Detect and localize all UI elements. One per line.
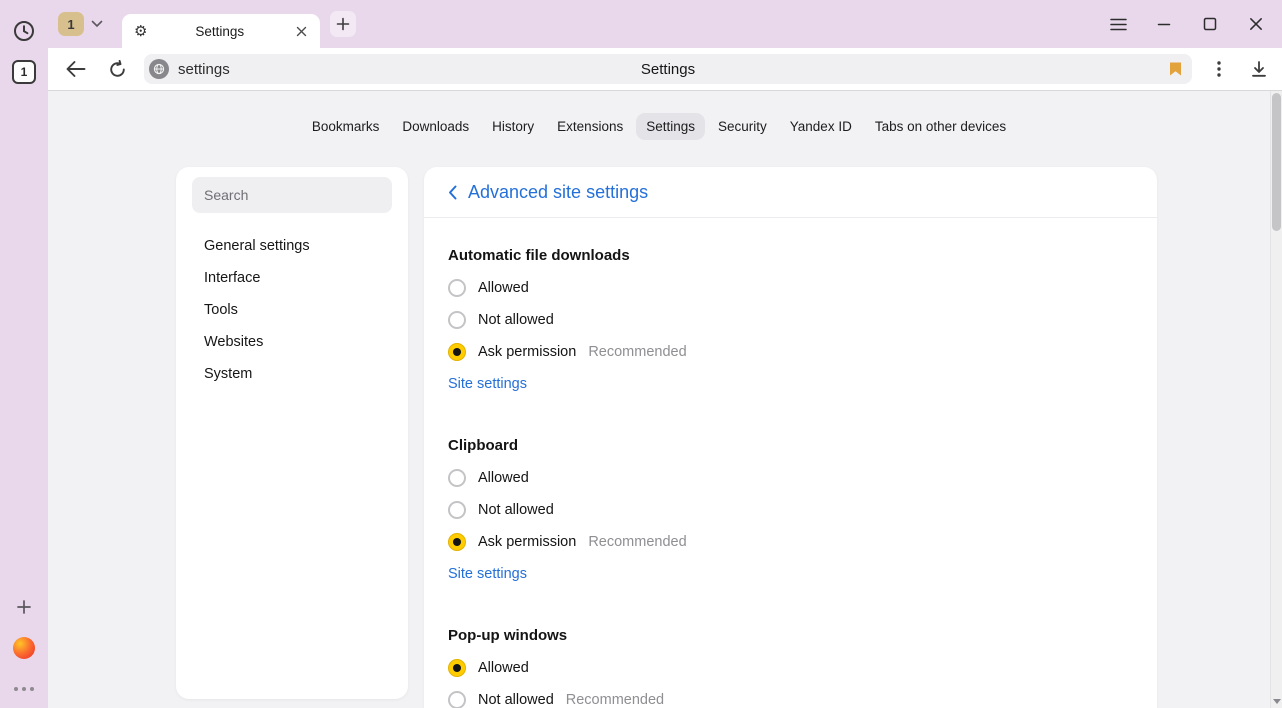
section-title: Automatic file downloads <box>448 246 1133 266</box>
radio-option-not-allowed[interactable]: Not allowed Recommended <box>448 684 664 708</box>
radio-option-not-allowed[interactable]: Not allowed <box>448 494 554 526</box>
section-automatic-file-downloads: Automatic file downloads Allowed Not allow… <box>448 246 1133 400</box>
radio-checked-icon[interactable] <box>448 533 466 551</box>
radio-label: Allowed <box>478 470 529 486</box>
address-url-text: settings <box>178 61 230 78</box>
window-titlebar: 1 ⚙ Settings <box>48 0 1282 48</box>
radio-option-ask-permission[interactable]: Ask permission Recommended <box>448 526 687 558</box>
back-icon[interactable] <box>62 56 88 82</box>
scrollbar-thumb[interactable] <box>1272 93 1281 231</box>
reload-icon[interactable] <box>104 56 130 82</box>
maximize-icon[interactable] <box>1200 14 1220 34</box>
browser-side-strip: 1 <box>0 0 48 708</box>
close-window-icon[interactable] <box>1246 14 1266 34</box>
new-tab-plus-icon[interactable] <box>330 11 356 37</box>
radio-label: Allowed <box>478 660 529 676</box>
menu-item-system[interactable]: System <box>176 358 408 390</box>
tab-counter-button[interactable]: 1 <box>12 60 36 84</box>
menu-item-general-settings[interactable]: General settings <box>176 230 408 262</box>
minimize-icon[interactable] <box>1154 14 1174 34</box>
more-options-dots-icon[interactable] <box>11 676 37 702</box>
menu-item-interface[interactable]: Interface <box>176 262 408 294</box>
section-title: Pop-up windows <box>448 626 1133 646</box>
settings-sidebar-card: General settingsInterfaceToolsWebsitesSy… <box>176 167 408 699</box>
nav-item-settings[interactable]: Settings <box>636 113 705 140</box>
scrollbar-arrow-down-icon[interactable] <box>1271 696 1282 706</box>
radio-label: Not allowed <box>478 692 554 708</box>
nav-item-bookmarks[interactable]: Bookmarks <box>302 113 390 140</box>
menu-item-tools[interactable]: Tools <box>176 294 408 326</box>
settings-menu: General settingsInterfaceToolsWebsitesSy… <box>176 230 408 390</box>
advanced-site-settings-back[interactable]: Advanced site settings <box>424 167 1157 218</box>
tab-close-icon[interactable] <box>292 22 310 40</box>
history-clock-icon[interactable] <box>11 18 37 44</box>
tab-group-chevron-down-icon[interactable] <box>87 12 107 36</box>
settings-nav: BookmarksDownloadsHistoryExtensionsSetti… <box>48 113 1270 140</box>
kebab-menu-icon[interactable] <box>1206 56 1232 82</box>
radio-label: Ask permission <box>478 344 576 360</box>
radio-option-not-allowed[interactable]: Not allowed <box>448 304 554 336</box>
radio-unchecked-icon[interactable] <box>448 501 466 519</box>
gear-icon: ⚙ <box>134 24 147 39</box>
tab-group-chip[interactable]: 1 <box>58 12 84 36</box>
site-info-globe-icon[interactable] <box>149 59 169 79</box>
radio-label: Not allowed <box>478 502 554 518</box>
radio-option-ask-permission[interactable]: Ask permission Recommended <box>448 336 687 368</box>
tab-title: Settings <box>147 24 292 39</box>
scrollbar[interactable] <box>1270 91 1282 708</box>
page-title: Settings <box>641 61 695 78</box>
radio-checked-icon[interactable] <box>448 659 466 677</box>
add-panel-plus-icon[interactable] <box>11 594 37 620</box>
radio-option-allowed[interactable]: Allowed <box>448 462 529 494</box>
nav-item-yandex-id[interactable]: Yandex ID <box>780 113 862 140</box>
radio-label: Not allowed <box>478 312 554 328</box>
search-input[interactable] <box>204 187 380 203</box>
settings-page: BookmarksDownloadsHistoryExtensionsSetti… <box>48 90 1282 708</box>
radio-note: Recommended <box>588 534 686 550</box>
section-clipboard: Clipboard Allowed Not allowed Ask permissio… <box>448 436 1133 590</box>
radio-option-allowed[interactable]: Allowed <box>448 652 529 684</box>
bookmark-flag-icon[interactable] <box>1169 62 1182 77</box>
radio-option-allowed[interactable]: Allowed <box>448 272 529 304</box>
section-pop-up-windows: Pop-up windows Allowed Not allowed Recommen… <box>448 626 1133 708</box>
radio-unchecked-icon[interactable] <box>448 691 466 708</box>
chevron-left-icon <box>448 185 457 200</box>
yandex-browser-logo[interactable] <box>11 635 37 661</box>
radio-label: Ask permission <box>478 534 576 550</box>
browser-toolbar: settings Settings <box>48 48 1282 90</box>
active-tab[interactable]: ⚙ Settings <box>122 14 320 48</box>
nav-item-extensions[interactable]: Extensions <box>547 113 633 140</box>
nav-item-history[interactable]: History <box>482 113 544 140</box>
address-bar[interactable]: settings Settings <box>144 54 1192 84</box>
site-settings-link[interactable]: Site settings <box>448 368 527 400</box>
radio-unchecked-icon[interactable] <box>448 469 466 487</box>
settings-sections: Automatic file downloads Allowed Not allow… <box>424 218 1157 708</box>
radio-label: Allowed <box>478 280 529 296</box>
nav-item-downloads[interactable]: Downloads <box>392 113 479 140</box>
section-title: Clipboard <box>448 436 1133 456</box>
browser-menu-icon[interactable] <box>1108 14 1128 34</box>
nav-item-tabs-on-other-devices[interactable]: Tabs on other devices <box>865 113 1016 140</box>
settings-main-card: Advanced site settings Automatic file do… <box>424 167 1157 708</box>
radio-unchecked-icon[interactable] <box>448 311 466 329</box>
menu-item-websites[interactable]: Websites <box>176 326 408 358</box>
radio-note: Recommended <box>566 692 664 708</box>
window-controls <box>1108 14 1282 34</box>
advanced-site-settings-title: Advanced site settings <box>468 182 648 203</box>
search-box[interactable] <box>192 177 392 213</box>
nav-item-security[interactable]: Security <box>708 113 777 140</box>
radio-note: Recommended <box>588 344 686 360</box>
site-settings-link[interactable]: Site settings <box>448 558 527 590</box>
radio-checked-icon[interactable] <box>448 343 466 361</box>
radio-unchecked-icon[interactable] <box>448 279 466 297</box>
downloads-icon[interactable] <box>1246 56 1272 82</box>
